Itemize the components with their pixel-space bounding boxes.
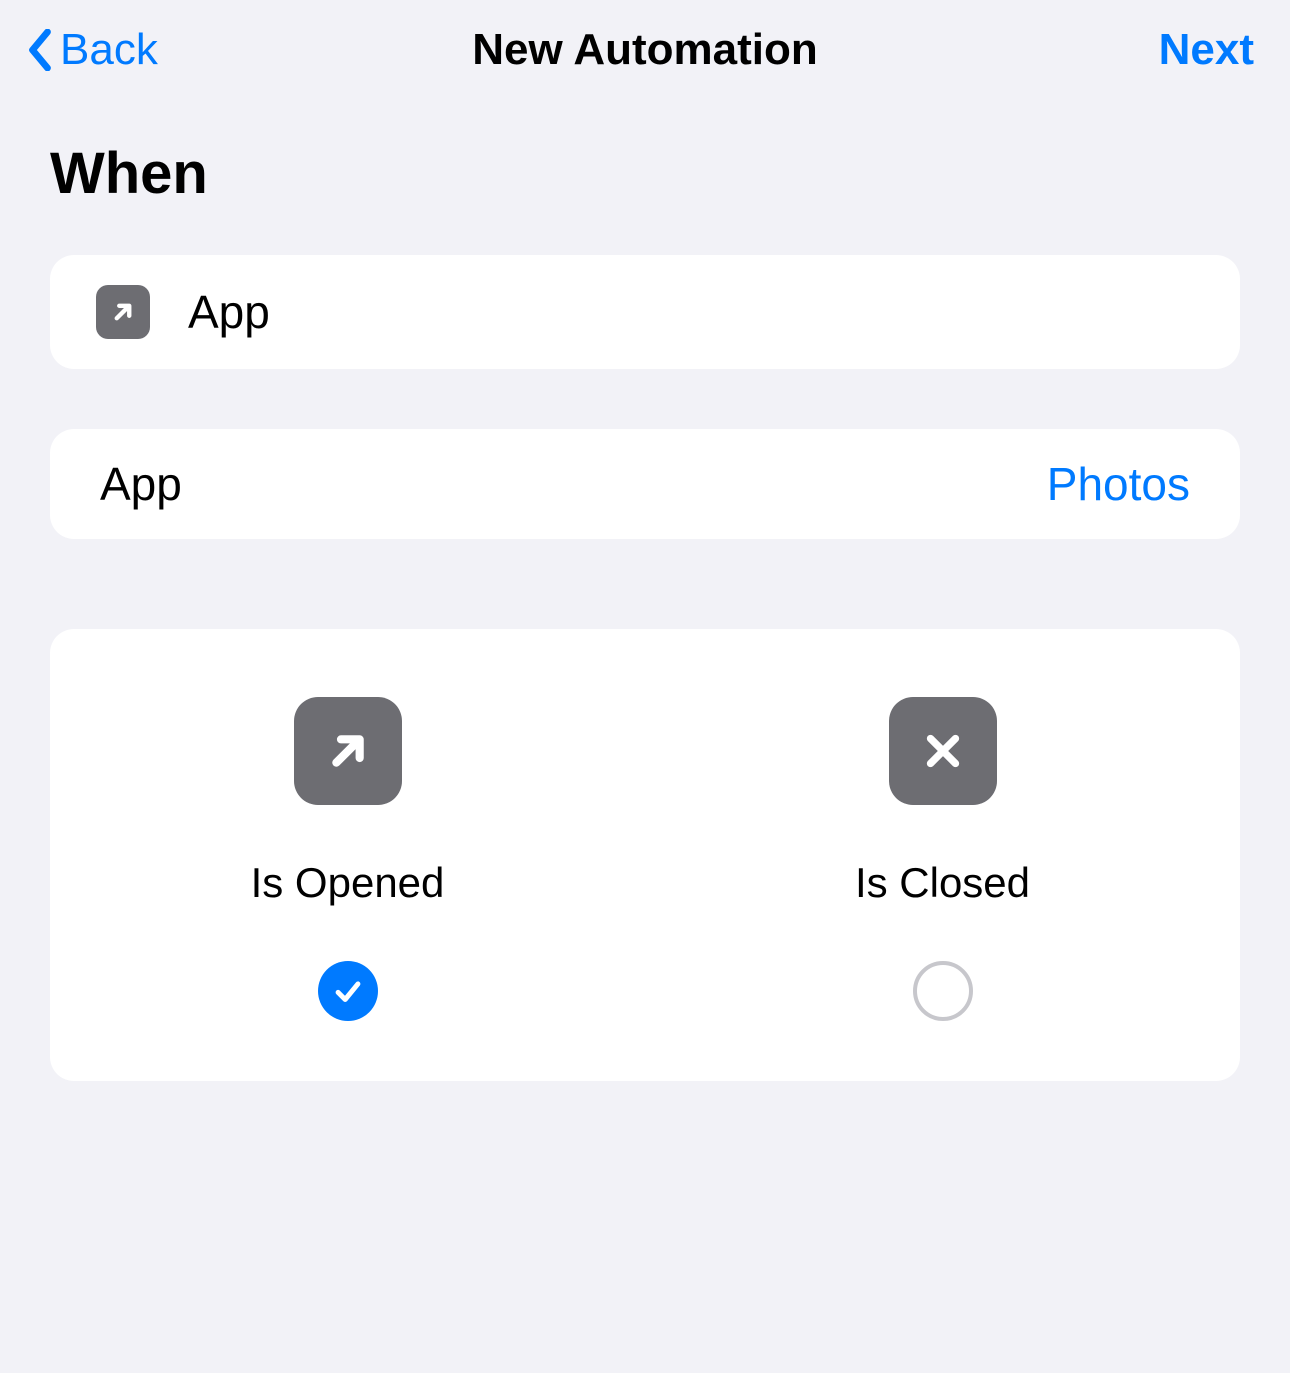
content-area: When App App Photos Is Opened [0, 100, 1290, 1081]
options-card: Is Opened Is Closed [50, 629, 1240, 1081]
section-title: When [50, 140, 1240, 207]
option-opened-label: Is Opened [251, 859, 445, 907]
next-button[interactable]: Next [1159, 25, 1254, 75]
x-icon [889, 697, 997, 805]
trigger-label: App [188, 285, 270, 339]
app-select-label: App [100, 457, 182, 511]
back-button[interactable]: Back [26, 25, 158, 75]
arrow-up-right-icon [294, 697, 402, 805]
navigation-bar: Back New Automation Next [0, 0, 1290, 100]
page-title: New Automation [472, 25, 817, 75]
app-select-value: Photos [1047, 457, 1190, 511]
app-select-card: App Photos [50, 429, 1240, 539]
app-select-row[interactable]: App Photos [50, 429, 1240, 539]
option-closed-label: Is Closed [855, 859, 1030, 907]
trigger-row: App [50, 255, 1240, 369]
app-open-icon [96, 285, 150, 339]
checkbox-opened[interactable] [318, 961, 378, 1021]
trigger-card: App [50, 255, 1240, 369]
checkmark-icon [331, 974, 365, 1008]
checkbox-closed[interactable] [913, 961, 973, 1021]
option-is-opened[interactable]: Is Opened [50, 697, 645, 1021]
chevron-left-icon [26, 29, 54, 71]
back-label: Back [60, 25, 158, 75]
option-is-closed[interactable]: Is Closed [645, 697, 1240, 1021]
